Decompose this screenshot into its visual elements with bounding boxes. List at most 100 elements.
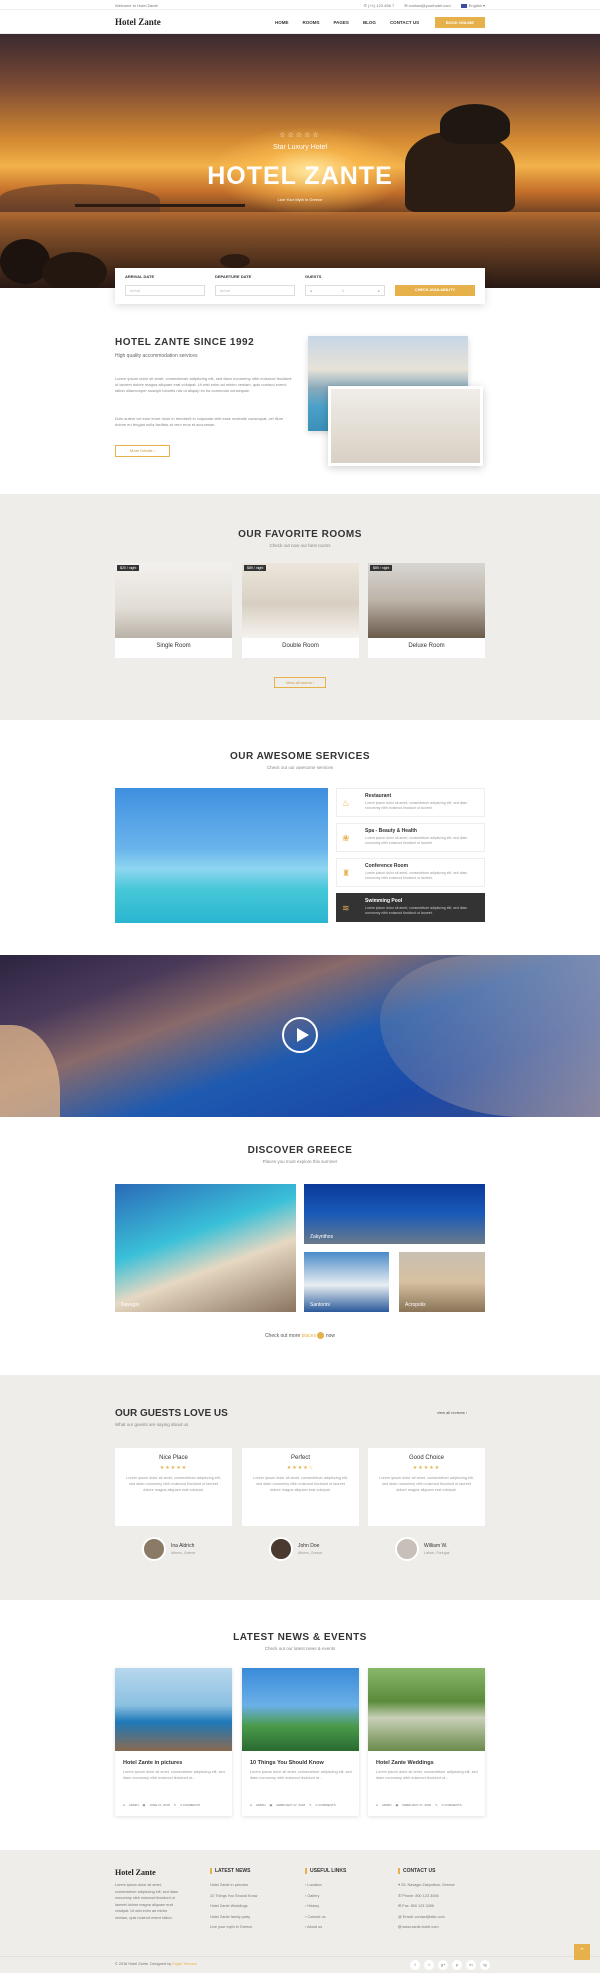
- language-select[interactable]: English ▾: [460, 3, 485, 8]
- service-item-active[interactable]: ≋ Swimming Pool Lorem ipsum dolor sit am…: [336, 893, 485, 922]
- website-item[interactable]: ◍ www.zante-hotel.com: [398, 1922, 455, 1933]
- more-details-button[interactable]: More Details ›: [115, 445, 170, 457]
- footer-link[interactable]: Live your myth in Greece: [210, 1922, 257, 1933]
- plus-icon[interactable]: ▸: [378, 289, 380, 293]
- view-all-rooms-button[interactable]: View all rooms ›: [274, 677, 326, 688]
- linkedin-icon[interactable]: in: [466, 1960, 476, 1970]
- comment-icon: ✎: [435, 1803, 438, 1807]
- back-to-top-icon[interactable]: ⌃: [574, 1944, 590, 1960]
- discover-more-link[interactable]: places: [302, 1333, 316, 1339]
- room-card[interactable]: $89 / night Deluxe Room: [368, 563, 485, 658]
- email-icon: @: [398, 1914, 402, 1919]
- email-value: contact@yourhotel.com: [408, 3, 451, 8]
- footer-link[interactable]: Hotel Zante in pictures: [210, 1880, 257, 1891]
- logo[interactable]: Hotel Zante: [115, 17, 161, 27]
- play-icon[interactable]: [282, 1017, 318, 1053]
- book-online-button[interactable]: BOOK ONLINE: [435, 17, 485, 28]
- footer-link[interactable]: › Location: [305, 1880, 346, 1891]
- room-name[interactable]: Double Room: [242, 643, 359, 649]
- address-item: ⌖ 25, Navagio Zakynthos, Greece: [398, 1880, 455, 1891]
- email-item[interactable]: @ Email: contact@site.com: [398, 1912, 455, 1923]
- room-image: [368, 563, 485, 638]
- news-card-title[interactable]: Hotel Zante in pictures: [123, 1760, 182, 1766]
- footer-link[interactable]: 10 Things You Should Know: [210, 1891, 257, 1902]
- about-subtitle: High quality accommodation services: [115, 353, 198, 359]
- guests-stepper[interactable]: ◂ 1 ▸: [305, 285, 385, 296]
- discover-title: DISCOVER GREECE: [247, 1145, 353, 1156]
- service-item[interactable]: ♨ Restaurant Lorem ipsum dolor sit amet,…: [336, 788, 485, 817]
- cliff: [380, 955, 600, 1117]
- service-title: Spa - Beauty & Health: [365, 828, 417, 834]
- footer-news: LATEST NEWS Hotel Zante in pictures 10 T…: [210, 1868, 257, 1933]
- nav-contact[interactable]: CONTACT US: [390, 20, 419, 25]
- service-item[interactable]: ❀ Spa - Beauty & Health Lorem ipsum dolo…: [336, 823, 485, 852]
- author-city: Athens, Greece: [171, 1551, 196, 1555]
- news-card[interactable]: 10 Things You Should Know Lorem ipsum do…: [242, 1668, 359, 1816]
- facebook-icon[interactable]: f: [410, 1960, 420, 1970]
- nav-blog[interactable]: BLOG: [363, 20, 376, 25]
- footer-link[interactable]: Hotel Zante Weddings: [210, 1901, 257, 1912]
- minus-icon[interactable]: ◂: [310, 289, 312, 293]
- author-icon: ●: [250, 1803, 252, 1807]
- email-value: Email: contact@site.com: [402, 1914, 445, 1919]
- place-tile[interactable]: Acropolis: [399, 1252, 485, 1312]
- footer-link[interactable]: › Contact us: [305, 1912, 346, 1923]
- comment-icon: ✎: [173, 1803, 177, 1807]
- fax-icon: ✉: [398, 1904, 402, 1908]
- nav-pages[interactable]: PAGES: [334, 20, 349, 25]
- nav-home[interactable]: HOME: [275, 20, 289, 25]
- rock: [42, 252, 107, 288]
- author-city: Athens, Greece: [298, 1551, 323, 1555]
- footer-link[interactable]: › History: [305, 1901, 346, 1912]
- twitter-icon[interactable]: t: [424, 1960, 434, 1970]
- pinterest-icon[interactable]: p: [452, 1960, 462, 1970]
- nav-rooms[interactable]: ROOMS: [303, 20, 320, 25]
- rooms-section: OUR FAVORITE ROOMS Check out now our bes…: [0, 494, 600, 720]
- arrival-input[interactable]: Arrival: [125, 285, 205, 296]
- room-name[interactable]: Single Room: [115, 643, 232, 649]
- news-card-title[interactable]: 10 Things You Should Know: [250, 1760, 324, 1766]
- footer-link[interactable]: › Gallery: [305, 1891, 346, 1902]
- review-card: Perfect ★★★★☆ Lorem ipsum dolor sit amet…: [242, 1448, 359, 1526]
- footer-link[interactable]: › About us: [305, 1922, 346, 1933]
- service-item[interactable]: ♜ Conference Room Lorem ipsum dolor sit …: [336, 858, 485, 887]
- email-link[interactable]: ✉ contact@yourhotel.com: [404, 3, 451, 8]
- news-comments: 0 COMMENTS: [315, 1803, 336, 1807]
- footer-logo[interactable]: Hotel Zante: [115, 1868, 156, 1877]
- news-card[interactable]: Hotel Zante in pictures Lorem ipsum dolo…: [115, 1668, 232, 1816]
- news-subtitle: Check out our latest news & events: [264, 1646, 336, 1651]
- comment-icon: ✎: [309, 1803, 312, 1807]
- service-title: Swimming Pool: [365, 898, 403, 904]
- author-icon: ●: [376, 1803, 378, 1807]
- departure-input[interactable]: Arrival: [215, 285, 295, 296]
- discover-section: DISCOVER GREECE Places you must explore …: [0, 1117, 600, 1375]
- welcome-text: Welcome to Hotel Zante: [115, 3, 158, 8]
- guests-label: GUESTS: [305, 274, 322, 279]
- avatar: [395, 1537, 419, 1561]
- place-tile[interactable]: Zakynthos: [304, 1184, 485, 1244]
- instagram-icon[interactable]: ig: [480, 1960, 490, 1970]
- news-card[interactable]: Hotel Zante Weddings Lorem ipsum dolor s…: [368, 1668, 485, 1816]
- copyright-text: © 2018 Hotel Zante. Designed by: [115, 1962, 172, 1966]
- reviews-title: OUR GUESTS LOVE US: [115, 1408, 228, 1419]
- room-card[interactable]: $89 / night Double Room: [242, 563, 359, 658]
- discover-subtitle: Places you must explore this summer: [262, 1159, 338, 1164]
- room-name[interactable]: Deluxe Room: [368, 643, 485, 649]
- check-availability-button[interactable]: CHECK AVAILABILITY: [395, 285, 475, 296]
- designer-link[interactable]: Eagle Themes: [172, 1962, 196, 1966]
- room-card[interactable]: $20 / night Single Room: [115, 563, 232, 658]
- arrow-icon[interactable]: [317, 1332, 325, 1339]
- place-tile[interactable]: Navagio: [115, 1184, 296, 1312]
- service-title: Restaurant: [365, 793, 392, 799]
- view-all-reviews-link[interactable]: view all reviews ›: [437, 1410, 467, 1415]
- place-tile[interactable]: Santorini: [304, 1252, 389, 1312]
- google-plus-icon[interactable]: g+: [438, 1960, 448, 1970]
- review-author: Ina Aldrich Athens, Greece: [115, 1537, 232, 1563]
- services-subtitle: Check out our awesome services: [266, 765, 334, 770]
- footer-link[interactable]: Hotel Zante family party: [210, 1912, 257, 1923]
- service-image: [115, 788, 328, 923]
- news-image: [242, 1668, 359, 1751]
- phone-text: ✆ (+1) 123 456 7: [363, 3, 395, 8]
- news-card-title[interactable]: Hotel Zante Weddings: [376, 1760, 434, 1766]
- more-details-label: More Details: [130, 448, 153, 453]
